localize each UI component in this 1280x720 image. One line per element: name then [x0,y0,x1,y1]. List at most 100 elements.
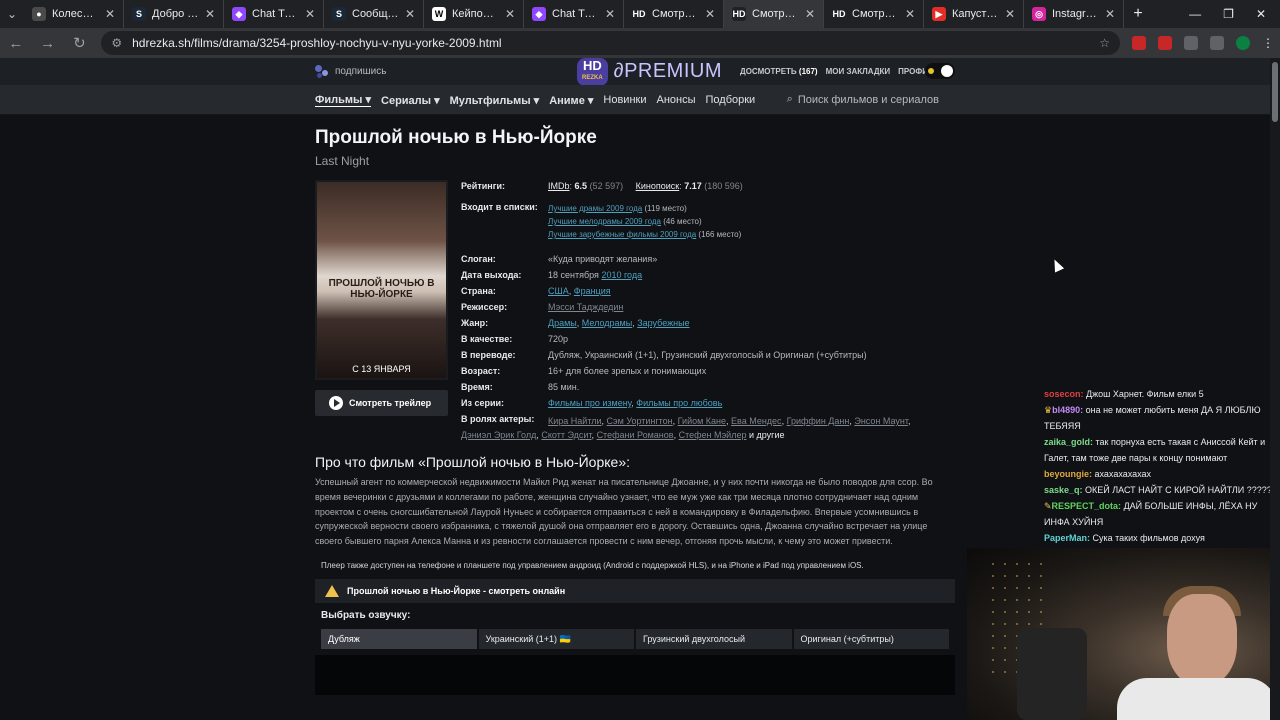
nav-cartoons[interactable]: Мультфильмы ▾ [450,94,540,107]
nav-anime[interactable]: Аниме ▾ [549,94,593,107]
nav-collections[interactable]: Подборки [706,94,756,106]
list-link[interactable]: Лучшие зарубежные фильмы 2009 года [548,230,696,239]
release-year-link[interactable]: 2010 года [601,270,642,280]
watch-later-link[interactable]: ДОСМОТРЕТЬ (167) [740,67,818,76]
voice-option[interactable]: Украинский (1+1) 🇺🇦 [478,629,634,649]
tab-close-icon[interactable]: ✕ [405,7,415,21]
scrollbar-thumb[interactable] [1272,62,1278,122]
quality-row: В качестве: 720p [461,334,569,344]
chat-username: PaperMan: [1044,533,1091,543]
bookmark-star-icon[interactable]: ☆ [1099,36,1110,50]
browser-tab[interactable]: S Сообщество Ste ✕ [324,0,424,28]
nav-announces[interactable]: Анонсы [656,94,695,106]
actor-link[interactable]: Стефен Мэйлер [679,430,747,440]
voice-option[interactable]: Дубляж [321,629,477,649]
browser-tab[interactable]: ◎ Instagram ✕ [1024,0,1124,28]
actor-link[interactable]: Скотт Эдсит [541,430,591,440]
minimize-icon[interactable]: — [1189,7,1201,21]
series-link[interactable]: Фильмы про измену [548,398,631,408]
watch-online-bar: Прошлой ночью в Нью-Йорке - смотреть онл… [315,579,955,603]
tab-favicon-icon: HD [632,7,646,21]
nav-new[interactable]: Новинки [603,94,646,106]
menu-icon[interactable]: ⋮ [1262,36,1274,50]
search-input[interactable]: ⌕ Поиск фильмов и сериалов [787,93,939,106]
director-link[interactable]: Мэсси Тадждедин [548,302,623,312]
movie-poster[interactable]: ПРОШЛОЙ НОЧЬЮ В НЬЮ-ЙОРКЕ С 13 ЯНВАРЯ [315,180,448,380]
reload-icon[interactable]: ↻ [70,34,90,52]
tab-close-icon[interactable]: ✕ [905,7,915,21]
browser-tab[interactable]: ◆ Chat Tracker ✕ [224,0,324,28]
tab-close-icon[interactable]: ✕ [805,7,815,21]
country-link[interactable]: Франция [574,286,611,296]
close-window-icon[interactable]: ✕ [1256,7,1266,21]
tab-close-icon[interactable]: ✕ [305,7,315,21]
maximize-icon[interactable]: ❐ [1223,7,1234,21]
actor-link[interactable]: Дэниэл Эрик Голд [461,430,536,440]
actor-link[interactable]: Ева Мендес [731,416,782,426]
browser-tab[interactable]: ● Колесо случайны ✕ [24,0,124,28]
country-link[interactable]: США [548,286,569,296]
extension-icon[interactable] [1132,36,1147,50]
tab-close-icon[interactable]: ✕ [1005,7,1015,21]
puzzle-icon[interactable] [1184,36,1199,50]
actor-link[interactable]: Гриффин Данн [787,416,850,426]
tab-close-icon[interactable]: ✕ [1105,7,1115,21]
tab-close-icon[interactable]: ✕ [505,7,515,21]
site-logo[interactable]: HD REZKA ∂PREMIUM [577,57,722,86]
chat-username: saske_q: [1044,485,1083,495]
tab-favicon-icon: W [432,7,446,21]
theme-toggle[interactable] [925,63,955,79]
subscribe-link[interactable]: подпишись [315,64,386,79]
tab-search-icon[interactable]: ⌄ [0,7,24,21]
browser-tab[interactable]: ▶ Капустная Дол ✕ [924,0,1024,28]
page-scrollbar[interactable] [1270,58,1280,720]
genre-link[interactable]: Драмы [548,318,577,328]
kinopoisk-link[interactable]: Кинопоиск [636,181,680,191]
page-title: Прошлой ночью в Нью-Йорке [315,127,597,148]
tab-close-icon[interactable]: ✕ [205,7,215,21]
tab-close-icon[interactable]: ✕ [105,7,115,21]
nav-films[interactable]: Фильмы ▾ [315,93,372,107]
actor-link[interactable]: Гийом Кане [678,416,726,426]
browser-tab[interactable]: HD Смотреть фильм ✕ [624,0,724,28]
series-link[interactable]: Фильмы про любовь [636,398,722,408]
forward-icon[interactable]: → [38,35,58,52]
browser-tab[interactable]: S Добро пожалова ✕ [124,0,224,28]
actor-link[interactable]: Сэм Уортингтон [607,416,673,426]
list-item: Лучшие драмы 2009 года (119 место) [548,202,741,215]
actor-link[interactable]: Кира Найтли [548,416,602,426]
browser-tab[interactable]: HD Смотреть фильм ✕ [724,0,824,28]
chat-username: sosecon: [1044,389,1084,399]
chat-username: bl4890: [1052,405,1084,415]
new-tab-button[interactable]: + [1124,5,1152,23]
genre-link[interactable]: Зарубежные [637,318,689,328]
video-player[interactable] [315,655,955,695]
voice-option[interactable]: Оригинал (+субтитры) [793,629,949,649]
browser-tab[interactable]: HD Смотреть фильм ✕ [824,0,924,28]
actor-link[interactable]: Энсон Маунт [854,416,908,426]
genre-link[interactable]: Мелодрамы [582,318,632,328]
voice-option[interactable]: Грузинский двухголосый [636,629,792,649]
extension-icon[interactable] [1158,36,1173,50]
imdb-link[interactable]: IMDb [548,181,570,191]
browser-tab[interactable]: ◆ Chat Tracker ✕ [524,0,624,28]
list-link[interactable]: Лучшие мелодрамы 2009 года [548,217,661,226]
voice-heading: Выбрать озвучку: [321,610,411,621]
back-icon[interactable]: ← [6,35,26,52]
actor-link[interactable]: Стефани Романов [597,430,674,440]
list-link[interactable]: Лучшие драмы 2009 года [548,204,642,213]
top-user-links: ДОСМОТРЕТЬ (167) МОИ ЗАКЛАДКИ ПРОФИЛЬ [740,58,939,85]
poster-date: С 13 ЯНВАРЯ [352,364,411,374]
chat-username: zaika_gold: [1044,437,1094,447]
site-info-icon[interactable]: ⚙ [111,36,122,50]
watch-trailer-button[interactable]: Смотреть трейлер [315,390,448,416]
avatar[interactable] [1236,36,1251,50]
tab-close-icon[interactable]: ✕ [705,7,715,21]
media-icon[interactable] [1210,36,1225,50]
actors-more: и другие [748,430,785,440]
tab-close-icon[interactable]: ✕ [605,7,615,21]
bookmarks-link[interactable]: МОИ ЗАКЛАДКИ [826,67,891,76]
url-field[interactable]: ⚙ hdrezka.sh/films/drama/3254-proshloy-n… [101,31,1121,55]
browser-tab[interactable]: W Кейпоп-охотниц ✕ [424,0,524,28]
nav-series[interactable]: Сериалы ▾ [381,94,440,107]
